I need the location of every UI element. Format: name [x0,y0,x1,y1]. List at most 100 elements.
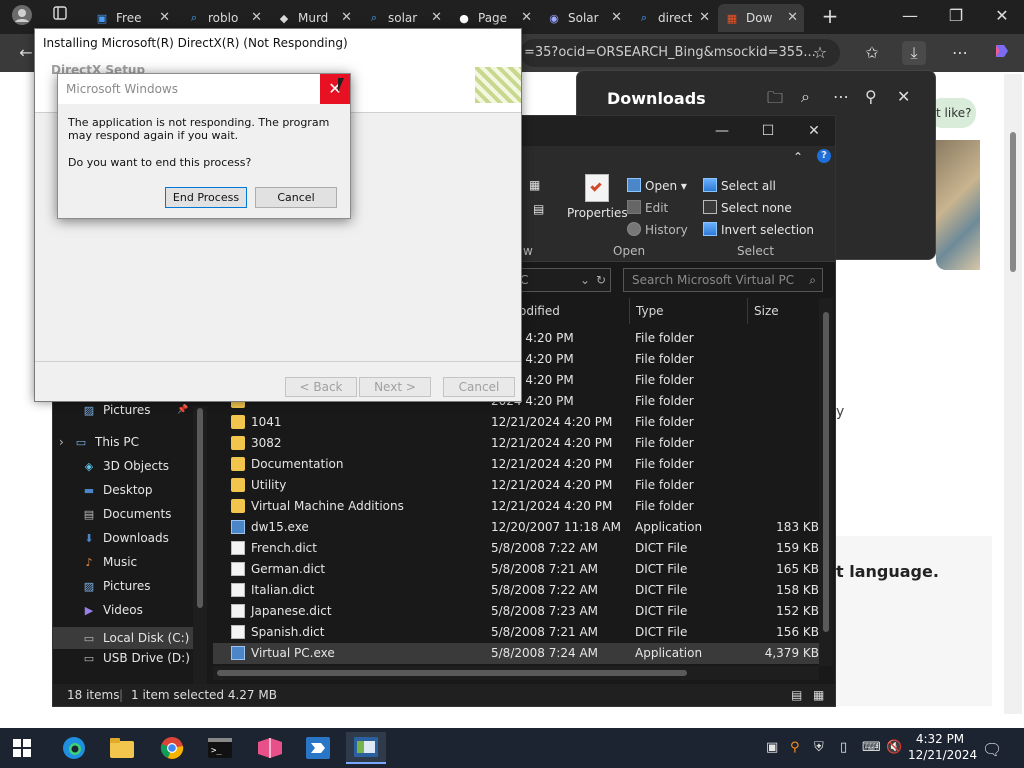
address-bar[interactable]: =35?ocid=ORSEARCH_Bing&msockid=355... [520,39,840,67]
close-icon[interactable]: ✕ [897,87,910,106]
layout-icon[interactable]: ▦ [529,178,540,192]
favorite-star-icon[interactable]: ☆ [808,41,832,65]
taskbar-clock[interactable]: 4:32 PM 12/21/2024 [908,731,977,763]
nav-item[interactable]: ▬ Desktop [81,483,153,497]
details-view-icon[interactable]: ▤ [791,684,802,706]
tab-actions-icon[interactable] [48,4,72,28]
tab-close-icon[interactable]: ✕ [611,10,622,25]
cancel-button[interactable]: Cancel [443,377,515,397]
copilot-icon[interactable] [990,41,1014,65]
tray-defender-icon[interactable]: ⛨ [814,740,824,755]
nav-item[interactable]: ▶ Videos [81,603,143,617]
close-window-button[interactable]: ✕ [990,4,1014,28]
file-row[interactable]: Virtual PC.exe 5/8/2008 7:24 AM Applicatio… [213,643,821,664]
nav-scrollbar-thumb[interactable] [197,408,203,608]
tray-search-icon[interactable]: ⚲ [790,740,800,755]
file-list-hscrollbar[interactable] [213,666,819,680]
nav-item[interactable]: ▭ This PC › [59,435,139,449]
search-icon[interactable]: ⌕ [801,87,810,107]
file-row[interactable]: French.dict 5/8/2008 7:22 AM DICT File 159 … [213,538,821,559]
file-row[interactable]: Virtual Machine Additions 12/21/2024 4:20… [213,496,821,517]
file-row[interactable]: 1041 12/21/2024 4:20 PM File folder [213,412,821,433]
invert-selection-button[interactable]: Invert selection [703,222,814,237]
more-options-icon[interactable]: ⋯ [948,41,972,65]
search-input[interactable]: Search Microsoft Virtual PC ⌕ [623,268,823,292]
tray-volume-muted-icon[interactable]: 🔇 [886,740,902,755]
expand-chevron-icon[interactable]: › [59,435,64,449]
large-icons-view-icon[interactable]: ▦ [813,684,824,706]
ribbon-collapse-icon[interactable]: ⌃ [793,150,803,164]
nav-item[interactable]: ♪ Music [81,555,137,569]
explorer-close-button[interactable]: ✕ [791,120,837,142]
tab-close-icon[interactable]: ✕ [699,10,710,25]
end-process-button[interactable]: End Process [165,187,247,208]
chevron-down-icon[interactable]: ⌄ [580,269,590,291]
file-list-scrollbar[interactable] [819,298,833,666]
profile-avatar-icon[interactable] [10,4,34,28]
sort-icon[interactable]: ▤ [533,202,544,216]
file-row[interactable]: German.dict 5/8/2008 7:21 AM DICT File 165 … [213,559,821,580]
nav-item[interactable]: ▭ Local Disk (C:) [53,627,193,649]
file-row[interactable]: Utility 12/21/2024 4:20 PM File folder [213,475,821,496]
tab-close-icon[interactable]: ✕ [251,10,262,25]
tab-close-icon[interactable]: ✕ [431,10,442,25]
back-button[interactable]: < Back [285,377,357,397]
taskbar-setup-icon[interactable] [298,732,338,764]
explorer-minimize-button[interactable]: — [699,120,745,142]
browser-tab[interactable]: ◉ Solar ✕ [540,4,628,32]
file-row[interactable]: Japanese.dict 5/8/2008 7:23 AM DICT File 15… [213,601,821,622]
nav-item[interactable]: ▤ Documents [81,507,172,521]
nav-item[interactable]: ▭ USB Drive (D:) [81,651,190,665]
edit-button[interactable]: Edit [627,200,668,215]
open-folder-icon[interactable]: 🗀 [767,87,783,114]
tab-close-icon[interactable]: ✕ [787,10,798,25]
tab-close-icon[interactable]: ✕ [521,10,532,25]
downloads-icon[interactable]: ⤓ [902,41,926,65]
restore-button[interactable]: ❐ [944,4,968,28]
minimize-button[interactable]: — [898,4,922,28]
favorites-icon[interactable]: ✩ [860,41,884,65]
notification-center-icon[interactable]: 🗨 [982,740,1002,759]
taskbar-edge-icon[interactable] [54,732,94,764]
start-button[interactable] [2,732,42,764]
history-button[interactable]: History [627,222,688,237]
select-none-button[interactable]: Select none [703,200,792,215]
tab-close-icon[interactable]: ✕ [159,10,170,25]
nav-scrollbar[interactable] [193,406,207,684]
tray-app-icon[interactable]: ▣ [766,740,778,755]
tab-close-icon[interactable]: ✕ [341,10,352,25]
browser-tab[interactable]: ▦ Dow ✕ [718,4,804,32]
browser-tab[interactable]: ⌕ direct ✕ [630,4,716,32]
column-type[interactable]: Type [629,298,664,324]
more-options-icon[interactable]: ⋯ [833,87,849,106]
tray-network-icon[interactable]: ⌨ [862,740,881,755]
file-row[interactable]: dw15.exe 12/20/2007 11:18 AM Application 18… [213,517,821,538]
nav-item[interactable]: ▨ Pictures 📌 [81,403,188,417]
web-scrollbar-thumb[interactable] [1010,132,1016,272]
pin-icon[interactable]: ⚲ [865,87,877,106]
web-scrollbar[interactable] [1004,74,1022,714]
file-list-scrollbar-thumb[interactable] [823,312,829,632]
nav-item[interactable]: ▨ Pictures [81,579,151,593]
help-icon[interactable]: ? [817,149,831,163]
tray-usb-icon[interactable]: ▯ [840,740,847,755]
taskbar-terminal-icon[interactable]: >_ [200,732,240,764]
dialog-close-button[interactable]: ✕ [320,74,350,104]
taskbar-file-explorer-icon[interactable] [102,732,142,764]
hscrollbar-thumb[interactable] [217,670,687,676]
taskbar-virtual-pc-icon[interactable] [346,732,386,764]
explorer-maximize-button[interactable]: ☐ [745,120,791,142]
next-button[interactable]: Next > [359,377,431,397]
refresh-icon[interactable]: ↻ [596,269,606,291]
file-row[interactable]: 3082 12/21/2024 4:20 PM File folder [213,433,821,454]
new-tab-button[interactable]: + [818,4,842,28]
taskbar-chrome-icon[interactable] [152,732,192,764]
taskbar-app-icon[interactable] [250,732,290,764]
file-row[interactable]: Documentation 12/21/2024 4:20 PM File fold… [213,454,821,475]
nav-item[interactable]: ⬇ Downloads [81,531,169,545]
properties-button[interactable]: Properties [567,174,628,220]
column-size[interactable]: Size [747,298,779,324]
file-row[interactable]: Italian.dict 5/8/2008 7:22 AM DICT File 158… [213,580,821,601]
nav-item[interactable]: ◈ 3D Objects [81,459,169,473]
select-all-button[interactable]: Select all [703,178,776,193]
